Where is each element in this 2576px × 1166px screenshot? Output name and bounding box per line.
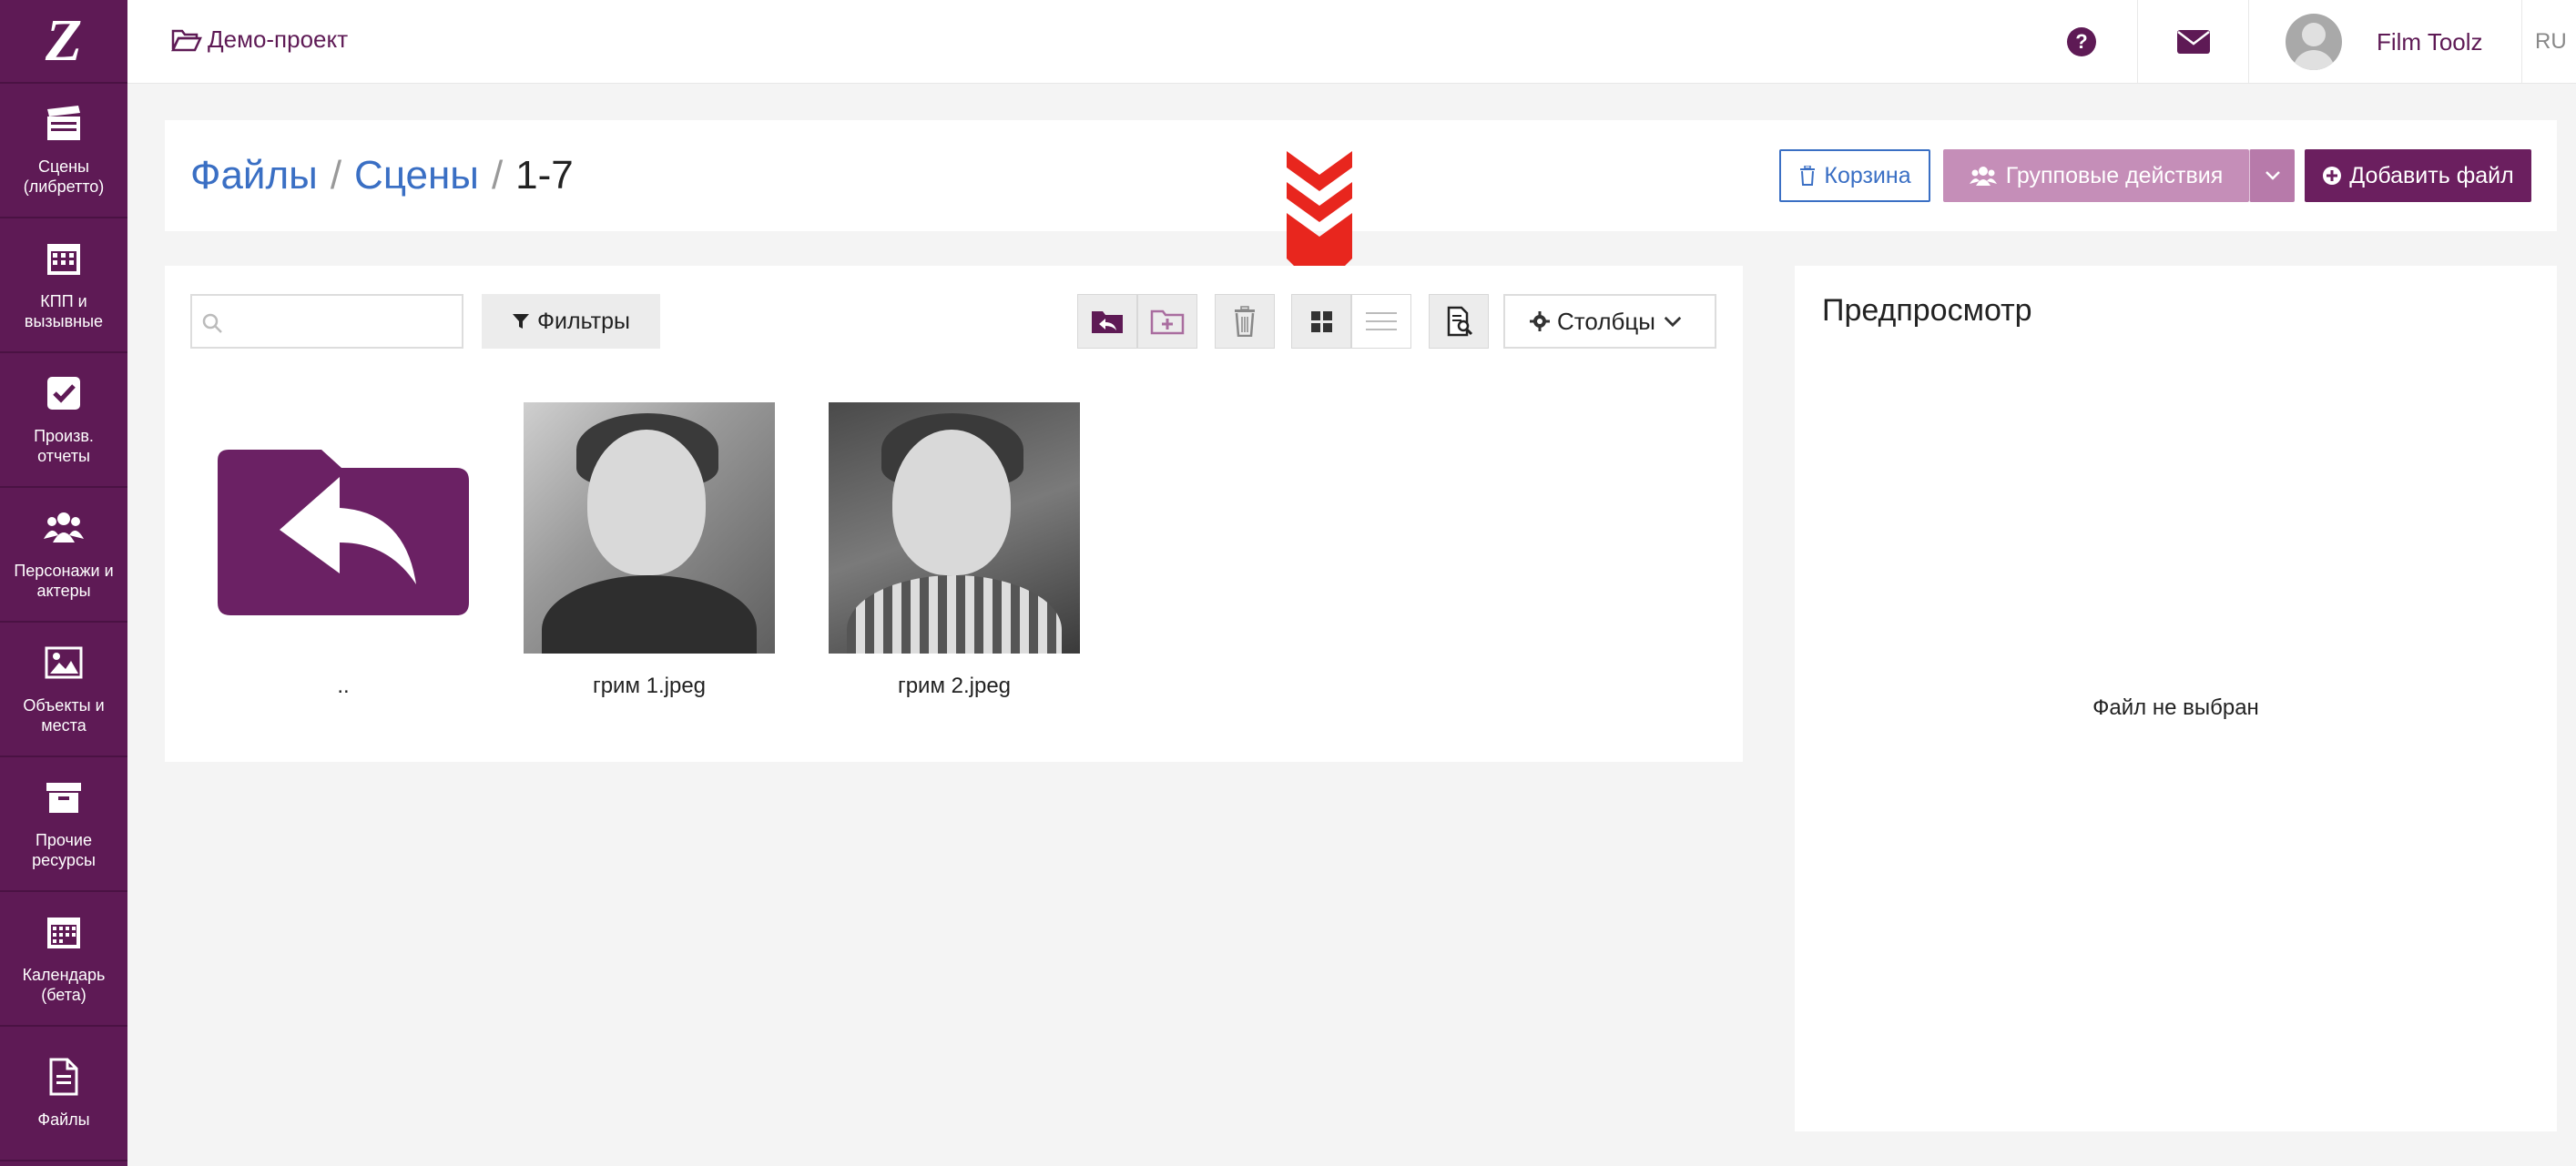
breadcrumb-current: 1-7 [515,153,574,198]
breadcrumb-files[interactable]: Файлы [190,153,318,198]
sidebar-item-scenes[interactable]: Сцены (либретто) [0,84,127,218]
thumbnail [218,402,469,654]
header-panel: Файлы / Сцены/1-7 Корзина Групповые действ… [165,120,2557,231]
preview-panel: Предпросмотр Файл не выбран [1795,266,2557,1131]
sidebar-item-label: Файлы [37,1110,90,1129]
clapperboard-icon [47,106,80,140]
help-button[interactable]: ? [2026,0,2137,84]
filter-icon [513,314,530,329]
delete-button[interactable] [1215,294,1275,349]
trash-icon [1235,306,1255,337]
file-item-image[interactable]: грим 2.jpeg [829,402,1080,699]
search-box [190,294,463,349]
chevron-down-icon [2265,171,2280,180]
mail-button[interactable] [2137,0,2248,84]
language-switcher[interactable]: RU [2521,0,2576,84]
add-file-label: Добавить файл [2349,162,2514,188]
group-actions-button[interactable]: Групповые действия [1943,149,2249,202]
filters-button[interactable]: Фильтры [482,294,660,349]
sidebar-item-calendar[interactable]: Календарь (бета) [0,892,127,1027]
sidebar-item-kpp[interactable]: КПП и вызывные [0,218,127,353]
user-menu[interactable]: Film Toolz [2248,0,2521,84]
grid-view-button[interactable] [1291,294,1351,349]
file-name: грим 2.jpeg [897,674,1012,698]
file-icon [49,1058,78,1096]
sidebar-item-label: Сцены (либретто) [23,157,105,196]
gear-icon [1530,311,1551,331]
sidebar-item-objects[interactable]: Объекты и места [0,623,127,757]
logo-text: Z [45,7,83,74]
sidebar-item-label: Персонажи и актеры [14,562,114,600]
users-icon [44,512,84,542]
file-name: .. [337,674,350,698]
go-up-button[interactable] [1077,294,1137,349]
help-icon: ? [2067,27,2096,56]
calendar-icon [47,918,80,948]
folder-plus-icon [1150,309,1185,335]
breadcrumb-separator: / [491,153,504,198]
sidebar-item-reports[interactable]: Произв. отчеты [0,353,127,488]
group-actions-label: Групповые действия [2005,162,2224,188]
svg-text:?: ? [2075,30,2087,53]
file-item-parent[interactable]: .. [218,402,469,699]
search-input[interactable] [232,296,460,347]
envelope-icon [2176,30,2210,54]
sidebar-item-label: Прочие ресурсы [32,831,96,869]
image-icon [45,646,83,679]
trash-button[interactable]: Корзина [1779,149,1930,202]
preview-title: Предпросмотр [1822,293,2032,328]
sidebar-item-resources[interactable]: Прочие ресурсы [0,757,127,892]
preview-empty-message: Файл не выбран [2092,695,2259,720]
breadcrumb-scenes[interactable]: Сцены [354,153,479,198]
folder-back-icon [218,450,469,615]
photo-thumbnail [524,402,775,654]
sidebar-item-label: Объекты и места [23,696,105,735]
sidebar-item-characters[interactable]: Персонажи и актеры [0,488,127,623]
project-name: Демо-проект [208,25,349,53]
avatar [2286,14,2342,70]
archive-icon [46,783,81,813]
project-link[interactable]: Демо-проект [171,25,348,54]
calendar-grid-icon [47,244,80,275]
sidebar: Z Сцены (либретто) КПП и вызывные Произв… [0,0,127,1166]
add-file-button[interactable]: Добавить файл [2305,149,2531,202]
language-label: RU [2535,29,2567,54]
grid-icon [1311,311,1332,332]
folder-open-icon [171,29,202,51]
thumbnail [829,402,1080,654]
sidebar-item-label: Произв. отчеты [34,427,94,465]
sidebar-item-label: Календарь (бета) [22,966,106,1004]
list-view-button[interactable] [1351,294,1411,349]
files-panel: Фильтры Столбцы .. грим 1.jpeg грим 2.jp… [165,266,1743,762]
sidebar-item-files[interactable]: Файлы [0,1027,127,1161]
breadcrumb-separator: / [330,153,342,198]
plus-circle-icon [2323,167,2342,185]
preview-toggle-button[interactable] [1429,294,1489,349]
trash-icon [1800,166,1816,186]
chevron-down-icon [1664,316,1682,328]
trash-label: Корзина [1824,162,1911,188]
new-folder-button[interactable] [1137,294,1197,349]
thumbnail [524,402,775,654]
users-icon [1969,167,1997,186]
document-search-icon [1447,306,1473,337]
breadcrumb: Файлы / Сцены/1-7 [190,153,574,198]
search-icon [202,313,222,333]
group-actions-dropdown[interactable] [2249,149,2295,202]
file-item-image[interactable]: грим 1.jpeg [524,402,775,699]
columns-label: Столбцы [1557,307,1655,335]
list-icon [1366,312,1397,330]
topbar: Демо-проект ? Film Toolz RU [127,0,2576,84]
username: Film Toolz [2377,27,2483,56]
folder-back-icon [1092,311,1123,333]
file-name: грим 1.jpeg [592,674,707,698]
filters-label: Фильтры [537,308,630,334]
checkbox-icon [47,377,80,410]
sidebar-item-label: КПП и вызывные [24,292,104,330]
columns-button[interactable]: Столбцы [1503,294,1716,349]
app-logo[interactable]: Z [0,0,127,84]
photo-thumbnail [829,402,1080,654]
